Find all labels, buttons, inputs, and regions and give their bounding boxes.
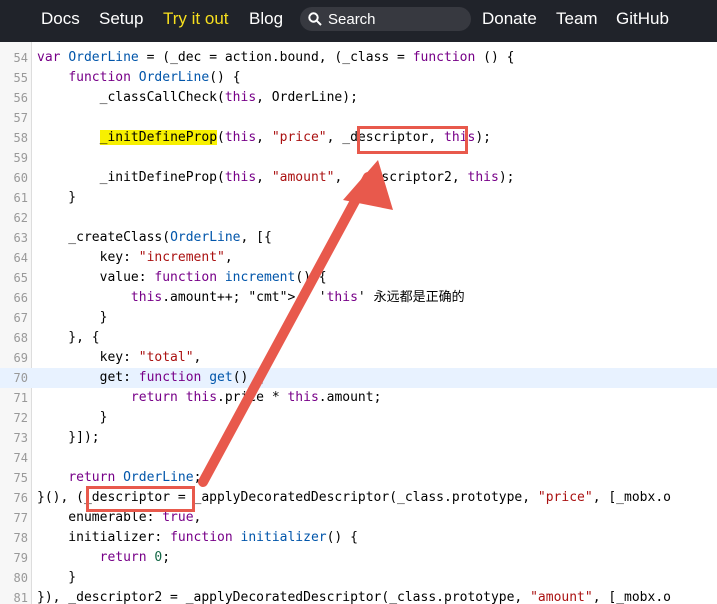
top-navigation-bar: Docs Setup Try it out Blog Search Donate…	[0, 0, 717, 42]
search-placeholder: Search	[328, 10, 376, 28]
annotation-arrow	[198, 160, 393, 487]
search-input[interactable]: Search	[300, 7, 471, 31]
nav-blog[interactable]: Blog	[249, 0, 283, 42]
nav-github[interactable]: GitHub	[616, 0, 669, 42]
nav-setup[interactable]: Setup	[99, 0, 143, 42]
code-editor[interactable]: 54 var OrderLine = (_dec = action.bound, …	[0, 42, 717, 604]
search-icon	[308, 12, 322, 26]
nav-try-it-out[interactable]: Try it out	[163, 0, 229, 42]
nav-donate[interactable]: Donate	[482, 0, 537, 42]
nav-docs[interactable]: Docs	[41, 0, 80, 42]
nav-team[interactable]: Team	[556, 0, 598, 42]
